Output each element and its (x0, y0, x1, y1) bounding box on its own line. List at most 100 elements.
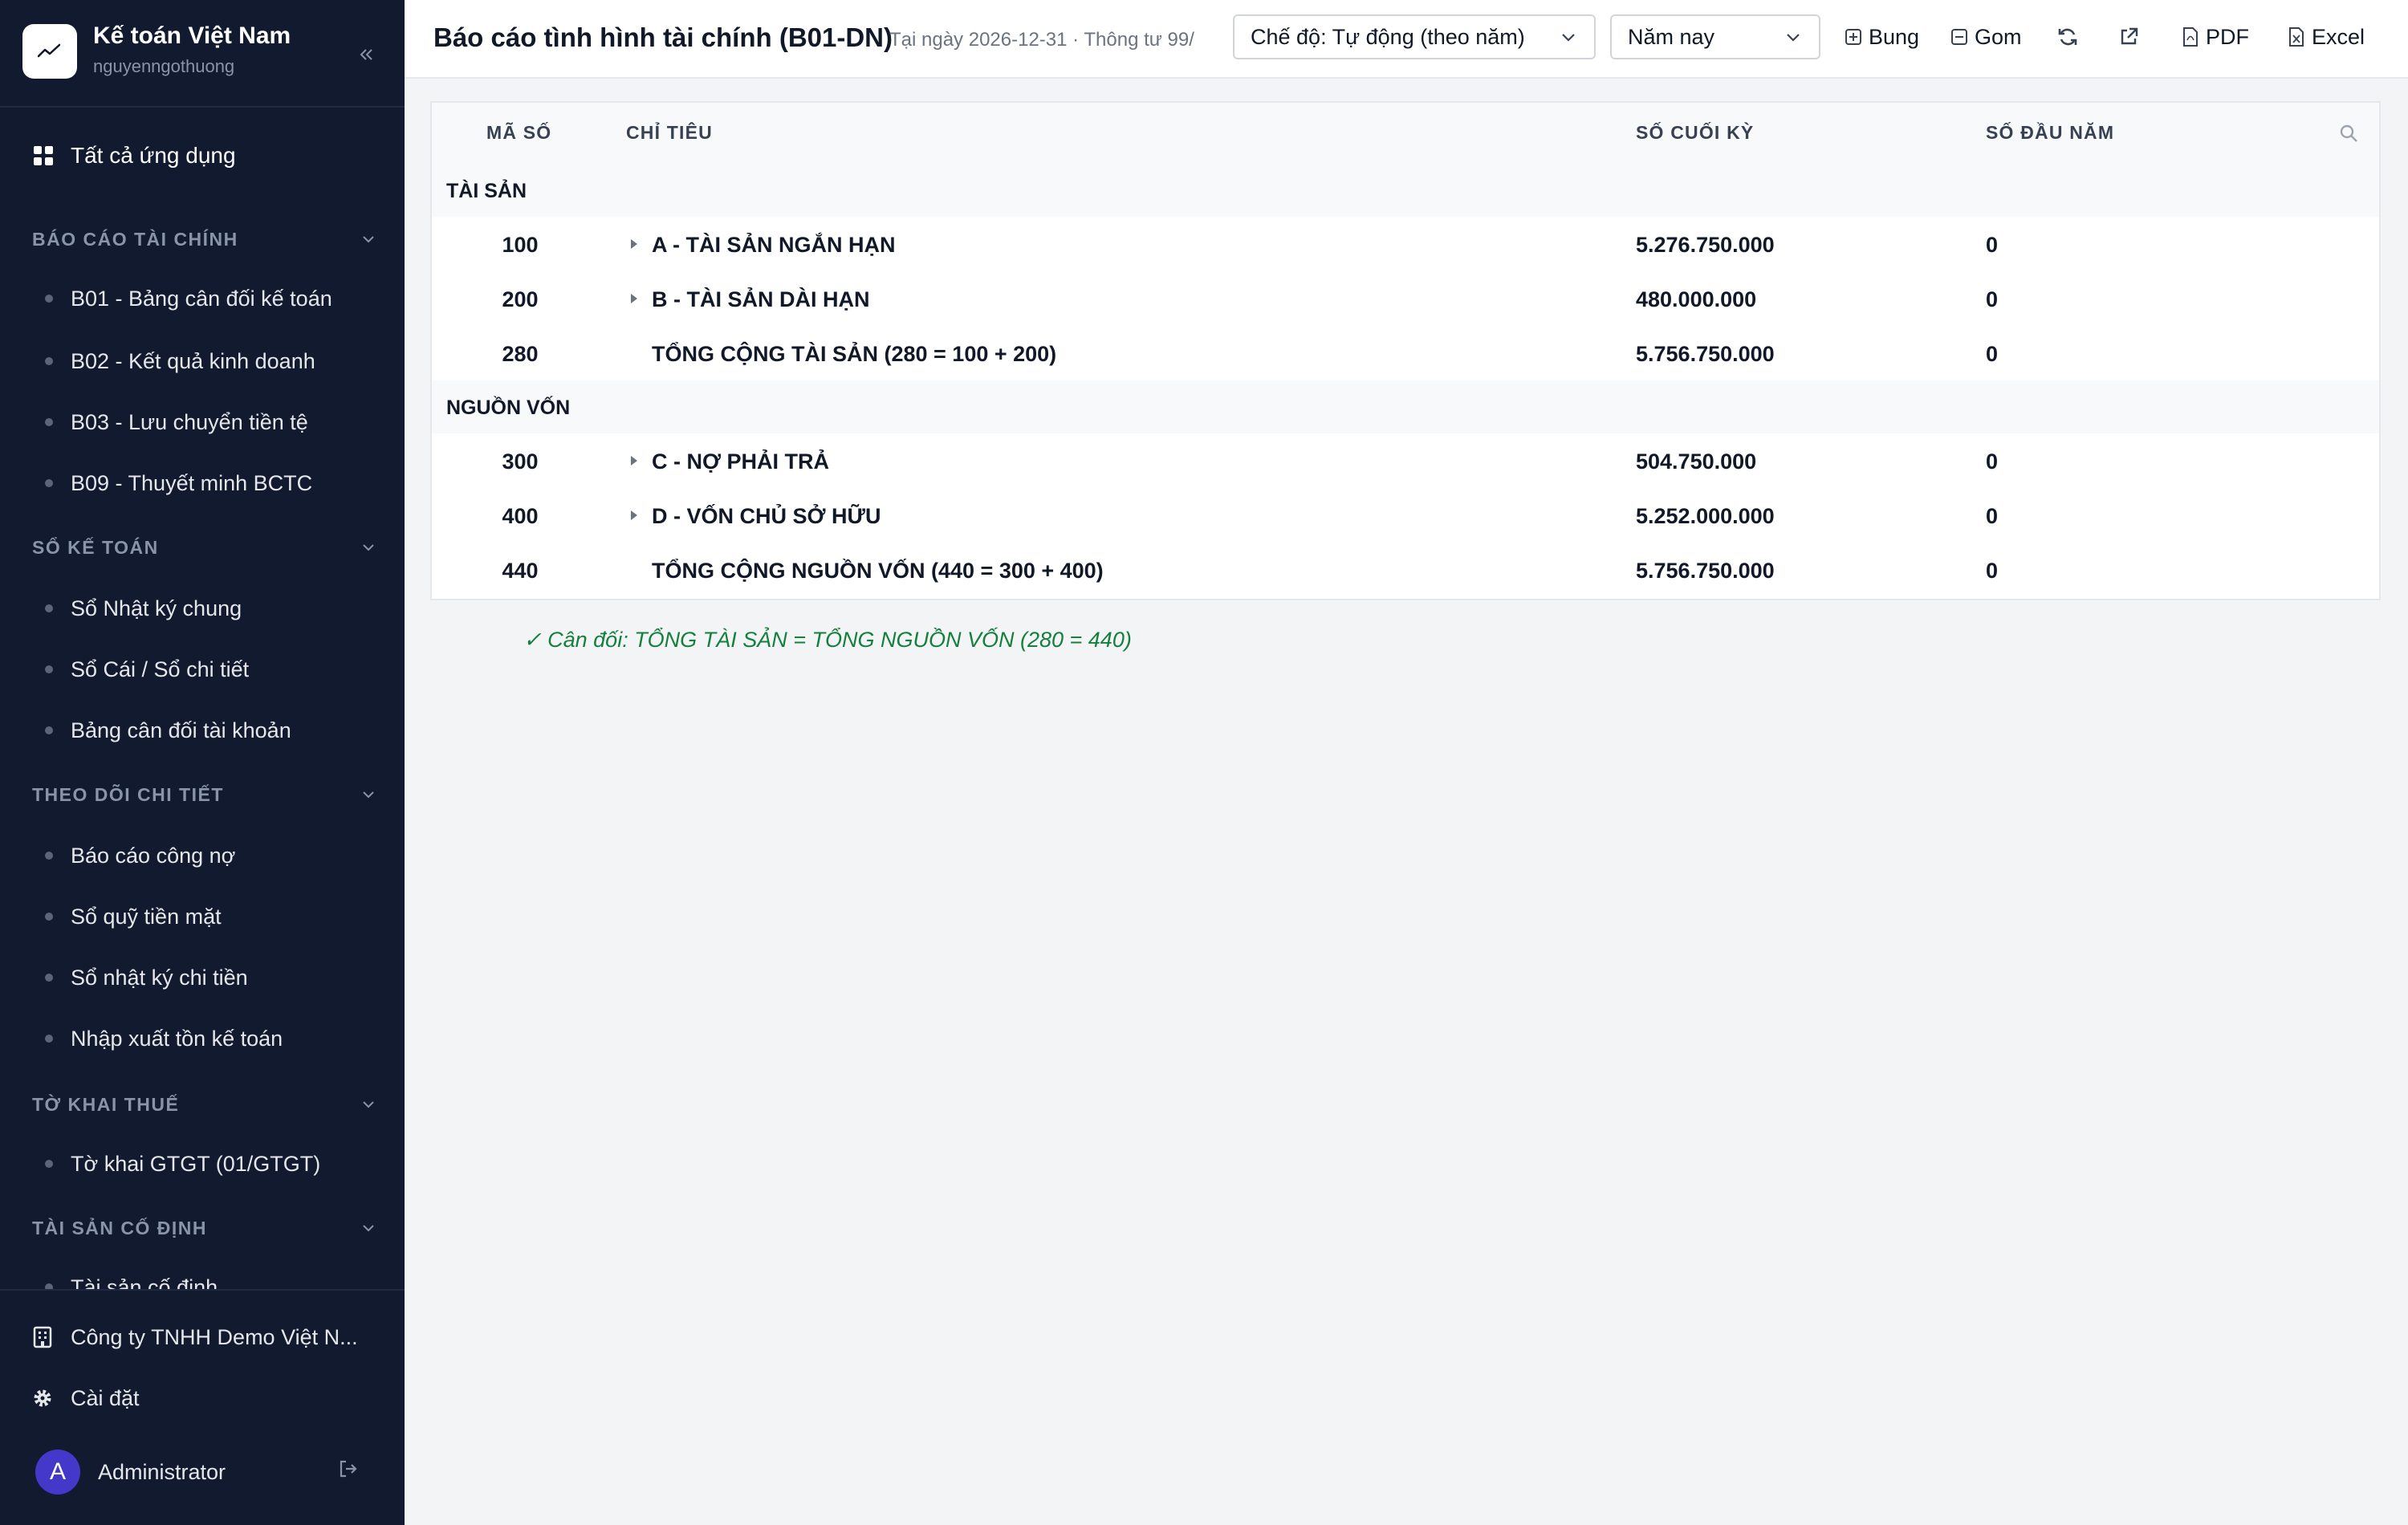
bullet-icon (45, 604, 53, 612)
settings-link[interactable]: Cài đặt (32, 1381, 140, 1416)
logout-icon[interactable] (334, 1454, 363, 1483)
caret-right-icon[interactable] (628, 236, 641, 252)
cell-start-value: 0 (1986, 449, 1999, 474)
cell-name: B - TÀI SẢN DÀI HẠN (652, 287, 870, 311)
cell-start-value: 0 (1986, 287, 1999, 311)
sidebar-item-b01[interactable]: B01 - Bảng cân đối kế toán (45, 281, 332, 316)
bullet-icon (45, 726, 53, 734)
open-external-button[interactable] (2117, 19, 2140, 55)
section-title: TÀI SẢN CỐ ĐỊNH (32, 1217, 207, 1238)
cell-start-value: 0 (1986, 233, 1999, 257)
all-apps-link[interactable]: Tất cả ứng dụng (32, 138, 236, 173)
cell-end-value: 5.252.000.000 (1636, 504, 1775, 528)
collapse-all-button[interactable]: Gom (1950, 19, 2022, 55)
column-header-end[interactable]: SỐ CUỐI KỲ (1636, 122, 1754, 144)
sidebar-item-nhap-xuat-ton[interactable]: Nhập xuất tồn kế toán (45, 1021, 283, 1056)
table-header: MÃ SỐ CHỈ TIÊU SỐ CUỐI KỲ SỐ ĐẦU NĂM (432, 103, 2379, 165)
chevron-down-icon (363, 544, 374, 551)
company-switcher[interactable]: Công ty TNHH Demo Việt N... (32, 1320, 358, 1355)
caret-right-icon[interactable] (628, 453, 641, 469)
sidebar-item-so-quy[interactable]: Sổ quỹ tiền mặt (45, 899, 222, 934)
sidebar-item-bang-can-doi-tk[interactable]: Bảng cân đối tài khoản (45, 713, 291, 748)
sidebar-footer: Công ty TNHH Demo Việt N... Cài đặt A Ad… (0, 1289, 405, 1525)
user-profile[interactable]: A Administrator (35, 1448, 226, 1496)
section-title: THEO DÕI CHI TIẾT (32, 783, 224, 805)
sidebar-item-label: B09 - Thuyết minh BCTC (71, 470, 313, 495)
cell-start-value: 0 (1986, 504, 1999, 528)
cell-code: 280 (502, 342, 539, 366)
section-tai-san-co-dinh[interactable]: TÀI SẢN CỐ ĐỊNH (32, 1214, 377, 1242)
chevron-down-icon (363, 236, 374, 243)
app-logo-icon (22, 24, 77, 79)
group-label: TÀI SẢN (446, 180, 527, 202)
section-bao-cao-tai-chinh[interactable]: BÁO CÁO TÀI CHÍNH (32, 225, 377, 254)
minus-square-icon (1951, 29, 1967, 45)
collapse-sidebar-icon[interactable] (352, 40, 380, 69)
company-name: Công ty TNHH Demo Việt N... (71, 1324, 358, 1349)
cell-code: 400 (502, 504, 539, 528)
refresh-button[interactable] (2056, 19, 2079, 55)
section-so-ke-toan[interactable]: SỔ KẾ TOÁN (32, 533, 377, 562)
table-row: 280 TỔNG CỘNG TÀI SẢN (280 = 100 + 200) … (432, 326, 2379, 382)
caret-right-icon[interactable] (628, 291, 641, 307)
sidebar-item-label: Báo cáo công nợ (71, 843, 236, 868)
page-title: Báo cáo tình hình tài chính (B01-DN) (433, 22, 893, 52)
table-row[interactable]: 300 C - NỢ PHẢI TRẢ 504.750.000 0 (432, 433, 2379, 490)
sidebar-item-label: Sổ Cái / Sổ chi tiết (71, 657, 250, 681)
expand-all-button[interactable]: Bung (1845, 19, 1919, 55)
balance-sheet-table: MÃ SỐ CHỈ TIÊU SỐ CUỐI KỲ SỐ ĐẦU NĂM TÀI… (430, 101, 2381, 600)
cell-code: 100 (502, 233, 539, 257)
section-to-khai-thue[interactable]: TỜ KHAI THUẾ (32, 1090, 377, 1119)
caret-right-icon[interactable] (628, 507, 641, 523)
bullet-icon (45, 1035, 53, 1043)
sidebar-item-nhat-ky-chi-tien[interactable]: Sổ nhật ký chi tiền (45, 960, 248, 995)
cell-name: D - VỐN CHỦ SỞ HỮU (652, 504, 881, 528)
mode-select[interactable]: Chế độ: Tự động (theo năm) (1233, 14, 1596, 59)
sidebar-item-label: Bảng cân đối tài khoản (71, 718, 291, 742)
period-select-value: Năm nay (1628, 24, 1715, 49)
gear-icon (34, 1389, 51, 1407)
table-row[interactable]: 200 B - TÀI SẢN DÀI HẠN 480.000.000 0 (432, 271, 2379, 327)
sidebar-item-label: Sổ quỹ tiền mặt (71, 904, 222, 929)
sidebar-item-nhat-ky-chung[interactable]: Sổ Nhật ký chung (45, 591, 242, 626)
bullet-icon (45, 479, 53, 487)
bullet-icon (45, 913, 53, 921)
search-icon[interactable] (2337, 122, 2361, 146)
username: nguyenngothuong (93, 56, 235, 76)
column-header-name[interactable]: CHỈ TIÊU (626, 122, 713, 144)
all-apps-label: Tất cả ứng dụng (71, 143, 236, 168)
export-excel-button[interactable]: Excel (2288, 19, 2365, 55)
expand-label: Bung (1869, 24, 1920, 49)
group-row-nguon-von: NGUỒN VỐN (432, 380, 2379, 435)
sidebar-item-so-cai[interactable]: Sổ Cái / Sổ chi tiết (45, 652, 249, 687)
excel-label: Excel (2312, 24, 2365, 49)
section-title: TỜ KHAI THUẾ (32, 1093, 180, 1115)
bullet-icon (45, 665, 53, 673)
column-header-start[interactable]: SỐ ĐẦU NĂM (1986, 122, 2114, 144)
sidebar-item-label: Sổ nhật ký chi tiền (71, 965, 248, 990)
cell-name: TỔNG CỘNG TÀI SẢN (280 = 100 + 200) (652, 342, 1057, 366)
chevron-down-icon (363, 1101, 374, 1108)
table-row[interactable]: 400 D - VỐN CHỦ SỞ HỮU 5.252.000.000 0 (432, 488, 2379, 544)
sidebar-item-b03[interactable]: B03 - Lưu chuyển tiền tệ (45, 405, 308, 440)
external-link-icon (2121, 27, 2138, 45)
sidebar-item-b02[interactable]: B02 - Kết quả kinh doanh (45, 344, 315, 379)
sidebar-item-b09[interactable]: B09 - Thuyết minh BCTC (45, 466, 312, 501)
group-label: NGUỒN VỐN (446, 396, 571, 419)
column-header-code[interactable]: MÃ SỐ (486, 122, 551, 144)
sidebar-item-cong-no[interactable]: Báo cáo công nợ (45, 838, 235, 873)
period-select[interactable]: Năm nay (1610, 14, 1820, 59)
cell-end-value: 480.000.000 (1636, 287, 1757, 311)
building-icon (33, 1326, 52, 1348)
sidebar-item-label: Sổ Nhật ký chung (71, 596, 242, 620)
topbar: Báo cáo tình hình tài chính (B01-DN) Tại… (405, 0, 2408, 79)
cell-start-value: 0 (1986, 559, 1999, 583)
section-title: BÁO CÁO TÀI CHÍNH (32, 228, 238, 250)
export-pdf-button[interactable]: PDF (2182, 19, 2249, 55)
sidebar-item-to-khai-gtgt[interactable]: Tờ khai GTGT (01/GTGT) (45, 1146, 320, 1181)
app-title: Kế toán Việt Nam (93, 22, 291, 49)
section-theo-doi-chi-tiet[interactable]: THEO DÕI CHI TIẾT (32, 780, 377, 809)
table-row[interactable]: 100 A - TÀI SẢN NGẮN HẠN 5.276.750.000 0 (432, 217, 2379, 273)
chevron-down-icon (363, 791, 374, 799)
page-subtitle: Tại ngày 2026-12-31 · Thông tư 99/ (889, 29, 1194, 51)
